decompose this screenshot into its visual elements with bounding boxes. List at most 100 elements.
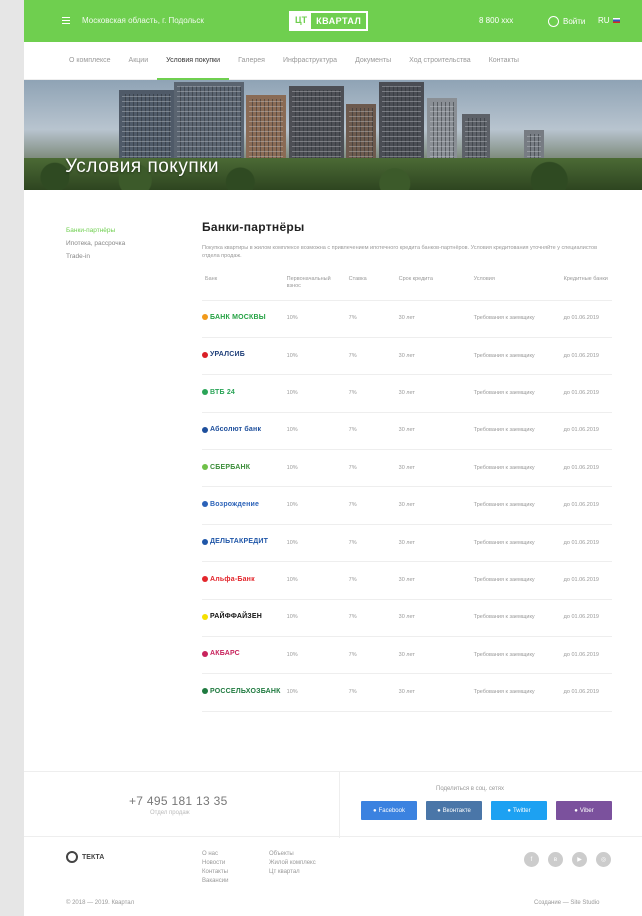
bank-name: Абсолют банк	[210, 426, 262, 434]
footer-link[interactable]: Цт квартал	[269, 868, 316, 877]
bank-logo-icon	[202, 501, 208, 508]
city-selector[interactable]: Московская область, г. Подольск	[82, 16, 204, 25]
loan-term: 30 лет	[395, 449, 471, 488]
bank-logo[interactable]: Альфа-Банк	[202, 576, 255, 583]
bank-name: БАНК МОСКВЫ	[210, 313, 266, 321]
nav-item-about[interactable]: О комплексе	[60, 42, 120, 80]
login-button[interactable]: Войти	[548, 16, 585, 27]
bank-name: СБЕРБАНК	[210, 463, 251, 471]
nav-item-contacts[interactable]: Контакты	[480, 42, 528, 80]
share-title: Поделиться в соц. сетях	[436, 786, 504, 792]
valid-until: до 01.06.2019	[560, 449, 612, 488]
vk-icon[interactable]: в	[548, 852, 563, 867]
bank-name: УРАЛСИБ	[210, 351, 245, 359]
top-bar: Московская область, г. Подольск ЦТ КВАРТ…	[24, 0, 642, 42]
bank-logo-icon	[202, 538, 208, 545]
footer-phone-caption: Отдел продаж	[150, 810, 190, 816]
table-row: Абсолют банк 10% 7% 30 лет Требования к заем…	[202, 412, 612, 451]
conditions: Требования к заемщику	[470, 524, 561, 563]
conditions: Требования к заемщику	[470, 673, 561, 712]
nav-item-infrastructure[interactable]: Инфраструктура	[274, 42, 346, 80]
bank-name: ДЕЛЬТАКРЕДИТ	[210, 538, 269, 546]
share-vk-button[interactable]: ● Вконтакте	[426, 801, 482, 820]
conditions: Требования к заемщику	[470, 374, 561, 413]
conditions: Требования к заемщику	[470, 561, 561, 600]
table-row: ДЕЛЬТАКРЕДИТ 10% 7% 30 лет Требования к заем…	[202, 524, 612, 563]
divider	[339, 772, 340, 838]
valid-until: до 01.06.2019	[560, 300, 612, 338]
share-facebook-button[interactable]: ● Facebook	[361, 801, 417, 820]
valid-until: до 01.06.2019	[560, 599, 612, 638]
bank-logo-cell: РАЙФФАЙЗЕН	[202, 599, 284, 638]
table-row: СБЕРБАНК 10% 7% 30 лет Требования к заемщику…	[202, 449, 612, 488]
share-label: Вконтакте	[442, 807, 471, 814]
bank-logo[interactable]: РОССЕЛЬХОЗБАНК	[202, 688, 281, 695]
bank-logo-icon	[202, 576, 208, 583]
login-label: Войти	[563, 17, 586, 26]
section-title: Банки-партнёры	[202, 220, 305, 234]
sidebar: Банки-партнёры Ипотека, рассрочка Trade-…	[66, 224, 125, 263]
sidebar-item-mortgage[interactable]: Ипотека, рассрочка	[66, 237, 125, 250]
bank-logo-icon	[202, 426, 208, 433]
bank-logo[interactable]: РАЙФФАЙЗЕН	[202, 613, 262, 620]
footer-link[interactable]: Новости	[202, 859, 228, 868]
developer-credit[interactable]: Создание — Site Studio	[534, 900, 599, 906]
nav-item-offers[interactable]: Акции	[120, 42, 158, 80]
bank-logo-icon	[202, 613, 208, 620]
bank-logo[interactable]: Возрождение	[202, 501, 259, 508]
interest-rate: 7%	[345, 561, 396, 600]
bank-logo[interactable]: БАНК МОСКВЫ	[202, 314, 266, 321]
table-row: ВТБ 24 10% 7% 30 лет Требования к заемщику до…	[202, 374, 612, 413]
share-buttons: ● Facebook ● Вконтакте ● Twitter ● Viber	[361, 801, 612, 820]
footer-link[interactable]: Вакансии	[202, 877, 228, 886]
share-twitter-button[interactable]: ● Twitter	[491, 801, 547, 820]
instagram-icon[interactable]: ◎	[596, 852, 611, 867]
bank-logo-cell: СБЕРБАНК	[202, 449, 284, 488]
footer-link[interactable]: О нас	[202, 850, 228, 859]
down-payment: 10%	[283, 486, 346, 525]
footer-phone[interactable]: +7 495 181 13 35	[129, 794, 228, 808]
banks-table: Банк Первоначальный взнос Ставка Срок кр…	[202, 272, 612, 712]
bank-logo[interactable]: АКБАРС	[202, 650, 240, 657]
nav-item-gallery[interactable]: Галерея	[229, 42, 274, 80]
interest-rate: 7%	[345, 337, 396, 376]
down-payment: 10%	[283, 673, 346, 712]
facebook-icon[interactable]: f	[524, 852, 539, 867]
sidebar-item-trade-in[interactable]: Trade-in	[66, 250, 125, 263]
site-logo[interactable]: ЦТ КВАРТАЛ	[289, 11, 369, 31]
footer-link[interactable]: Жилой комплекс	[269, 859, 316, 868]
menu-icon[interactable]	[62, 17, 70, 24]
loan-term: 30 лет	[395, 636, 471, 675]
youtube-icon[interactable]: ▶	[572, 852, 587, 867]
bank-logo[interactable]: ВТБ 24	[202, 389, 235, 396]
language-selector[interactable]: RU	[598, 16, 620, 25]
valid-until: до 01.06.2019	[560, 337, 612, 376]
nav-item-purchase[interactable]: Условия покупки	[157, 42, 230, 80]
bank-logo[interactable]: ДЕЛЬТАКРЕДИТ	[202, 538, 268, 545]
bank-name: ВТБ 24	[210, 388, 236, 396]
valid-until: до 01.06.2019	[560, 486, 612, 525]
table-row: Альфа-Банк 10% 7% 30 лет Требования к заемщи…	[202, 561, 612, 600]
sidebar-item-banks[interactable]: Банки-партнёры	[66, 224, 125, 237]
nav-item-construction[interactable]: Ход строительства	[400, 42, 480, 80]
bank-logo-cell: ДЕЛЬТАКРЕДИТ	[202, 524, 284, 563]
footer-logo[interactable]: ТЕКТА	[66, 851, 104, 863]
interest-rate: 7%	[345, 412, 396, 451]
bank-logo[interactable]: СБЕРБАНК	[202, 464, 250, 471]
footer-link[interactable]: Контакты	[202, 868, 228, 877]
interest-rate: 7%	[345, 599, 396, 638]
loan-term: 30 лет	[395, 374, 471, 413]
down-payment: 10%	[283, 337, 346, 376]
bank-logo[interactable]: Абсолют банк	[202, 426, 261, 433]
interest-rate: 7%	[345, 300, 396, 338]
bank-logo[interactable]: УРАЛСИБ	[202, 351, 245, 358]
footer-link[interactable]: Объекты	[269, 850, 316, 859]
nav-item-documents[interactable]: Документы	[346, 42, 400, 80]
share-viber-button[interactable]: ● Viber	[556, 801, 612, 820]
valid-until: до 01.06.2019	[560, 412, 612, 451]
bank-logo-cell: Возрождение	[202, 486, 284, 525]
valid-until: до 01.06.2019	[560, 636, 612, 675]
col-header-bank: Банк	[202, 272, 284, 301]
header-phone[interactable]: 8 800 ххх	[479, 16, 513, 25]
col-header-down: Первоначальный взнос	[283, 272, 346, 301]
